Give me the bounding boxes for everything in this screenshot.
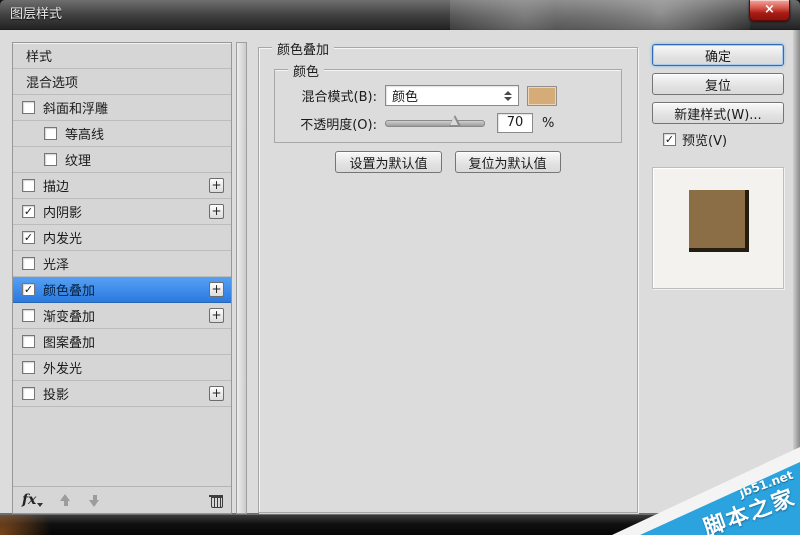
dialog-right-edge — [793, 30, 800, 515]
close-icon: × — [764, 2, 775, 17]
opacity-label: 不透明度(O): — [300, 117, 377, 133]
fx-icon[interactable]: fx — [22, 492, 44, 508]
checkbox[interactable] — [22, 361, 35, 374]
style-list-item-label: 纹理 — [65, 154, 92, 169]
preview-label: 预览(V) — [682, 134, 728, 149]
overlay-color-swatch[interactable] — [527, 85, 557, 106]
plus-icon[interactable]: + — [209, 282, 224, 297]
style-list-item[interactable]: ✓ 内发光 — [13, 225, 231, 251]
style-list-item[interactable]: 投影 + — [13, 381, 231, 407]
window-title: 图层样式 — [10, 7, 63, 22]
style-list-item[interactable]: 光泽 — [13, 251, 231, 277]
style-list-item-label: 渐变叠加 — [43, 310, 96, 325]
sidebar-footer: fx — [13, 486, 231, 513]
color-group: 颜色 混合模式(B): 颜色 不透明度(O): 70 % — [274, 61, 622, 143]
style-list: 样式 混合选项 斜面和浮雕 等高线 纹理 描边 + ✓ 内阴影 + ✓ 内发光 … — [12, 42, 232, 514]
style-list-item-label: 混合选项 — [26, 76, 79, 91]
desktop-background-strip — [0, 515, 800, 535]
opacity-slider[interactable] — [385, 114, 485, 127]
close-button[interactable]: × — [749, 0, 790, 21]
plus-icon[interactable]: + — [209, 308, 224, 323]
style-list-item-label: 描边 — [43, 180, 70, 195]
preview-panel — [652, 167, 784, 289]
style-list-item-label: 光泽 — [43, 258, 70, 273]
style-list-item[interactable]: 混合选项 — [13, 69, 231, 95]
ok-button[interactable]: 确定 — [652, 44, 784, 66]
style-list-item[interactable]: 等高线 — [13, 121, 231, 147]
style-list-item[interactable]: 外发光 — [13, 355, 231, 381]
style-list-item-label: 投影 — [43, 388, 70, 403]
reset-button[interactable]: 复位 — [652, 73, 784, 95]
preview-swatch — [689, 190, 749, 252]
style-list-item-label: 内发光 — [43, 232, 83, 247]
opacity-input[interactable]: 70 — [497, 113, 533, 133]
checkbox[interactable] — [22, 257, 35, 270]
preview-checkbox[interactable]: ✓ — [663, 133, 676, 146]
trash-icon[interactable] — [209, 494, 223, 508]
new-style-button[interactable]: 新建样式(W)... — [652, 102, 784, 124]
checkbox[interactable] — [22, 335, 35, 348]
opacity-slider-thumb[interactable] — [448, 114, 461, 126]
title-bar[interactable]: 图层样式 — [0, 0, 800, 30]
style-list-item[interactable]: 纹理 — [13, 147, 231, 173]
color-overlay-panel: 颜色叠加 颜色 混合模式(B): 颜色 不透明度(O): 70 % 设置为默认值… — [258, 39, 638, 513]
arrow-up-icon[interactable] — [59, 493, 72, 507]
checkbox[interactable]: ✓ — [22, 231, 35, 244]
checkbox[interactable] — [22, 309, 35, 322]
sidebar-scrollbar[interactable] — [236, 42, 247, 514]
style-list-item[interactable]: 样式 — [13, 43, 231, 69]
preview-toggle[interactable]: ✓ 预览(V) — [663, 130, 727, 149]
blend-mode-value: 颜色 — [392, 90, 419, 105]
group-title: 颜色 — [288, 61, 325, 80]
style-list-item-label: 样式 — [26, 50, 53, 65]
dropdown-stepper-icon — [504, 90, 512, 101]
arrow-down-icon[interactable] — [88, 494, 101, 507]
style-list-item[interactable]: 图案叠加 — [13, 329, 231, 355]
blend-mode-select[interactable]: 颜色 — [385, 85, 519, 106]
style-list-item-label: 等高线 — [65, 128, 105, 143]
style-list-item-label: 颜色叠加 — [43, 284, 96, 299]
plus-icon[interactable]: + — [209, 178, 224, 193]
section-title: 颜色叠加 — [272, 39, 335, 58]
plus-icon[interactable]: + — [209, 386, 224, 401]
checkbox[interactable] — [22, 387, 35, 400]
style-list-item-label: 内阴影 — [43, 206, 83, 221]
checkbox[interactable] — [44, 153, 57, 166]
checkbox[interactable] — [22, 101, 35, 114]
checkbox[interactable] — [22, 179, 35, 192]
style-list-item-label: 斜面和浮雕 — [43, 102, 109, 117]
plus-icon[interactable]: + — [209, 204, 224, 219]
style-list-item-label: 外发光 — [43, 362, 83, 377]
opacity-unit: % — [542, 115, 555, 131]
checkbox[interactable] — [44, 127, 57, 140]
style-list-item[interactable]: ✓ 内阴影 + — [13, 199, 231, 225]
style-list-item[interactable]: 描边 + — [13, 173, 231, 199]
checkbox[interactable]: ✓ — [22, 205, 35, 218]
reset-default-button[interactable]: 复位为默认值 — [454, 151, 561, 173]
blend-mode-label: 混合模式(B): — [301, 90, 377, 105]
style-list-item[interactable]: 斜面和浮雕 — [13, 95, 231, 121]
set-default-button[interactable]: 设置为默认值 — [335, 151, 442, 173]
style-list-item-label: 图案叠加 — [43, 336, 96, 351]
checkbox[interactable]: ✓ — [22, 283, 35, 296]
style-list-item[interactable]: 渐变叠加 + — [13, 303, 231, 329]
style-list-item[interactable]: ✓ 颜色叠加 + — [13, 277, 231, 303]
